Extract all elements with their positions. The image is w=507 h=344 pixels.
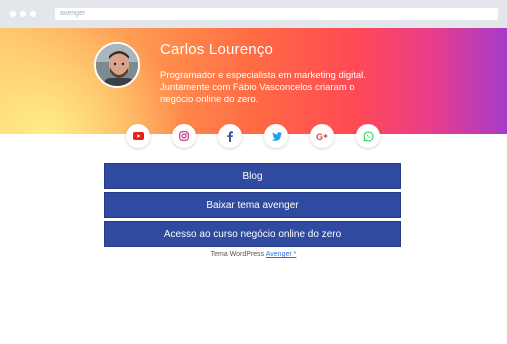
instagram-icon: [179, 131, 189, 141]
browser-window: avenger Carlos Lourenço Programador e es…: [0, 0, 507, 344]
svg-text:G: G: [316, 132, 323, 141]
instagram-link[interactable]: [172, 124, 196, 148]
twitter-link[interactable]: [264, 124, 288, 148]
whatsapp-icon: [362, 130, 374, 142]
avatar: [94, 42, 140, 88]
footer-credit: Tema WordPress Avenger *: [0, 251, 507, 258]
footer-theme-link[interactable]: Avenger *: [266, 251, 297, 258]
window-close-dot[interactable]: [10, 11, 16, 17]
facebook-link[interactable]: [218, 124, 242, 148]
profile-name: Carlos Lourenço: [160, 41, 274, 58]
browser-titlebar: avenger: [0, 0, 507, 28]
profile-header: Carlos Lourenço Programador e especialis…: [0, 28, 507, 134]
link-button-download-theme[interactable]: Baixar tema avenger: [104, 192, 401, 218]
footer-prefix: Tema WordPress: [210, 251, 265, 258]
youtube-icon: [132, 132, 144, 140]
link-button-blog[interactable]: Blog: [104, 163, 401, 189]
avatar-photo: [96, 44, 138, 86]
social-links: G: [0, 124, 507, 148]
google-plus-icon: G: [316, 132, 327, 141]
window-maximize-dot[interactable]: [30, 11, 36, 17]
whatsapp-link[interactable]: [356, 124, 380, 148]
address-bar[interactable]: avenger: [55, 8, 498, 20]
youtube-link[interactable]: [126, 124, 150, 148]
google-plus-link[interactable]: G: [310, 124, 334, 148]
profile-bio: Programador e especialista em marketing …: [160, 70, 366, 105]
twitter-icon: [271, 131, 282, 141]
facebook-icon: [227, 130, 233, 142]
link-button-course[interactable]: Acesso ao curso negócio online do zero: [104, 221, 401, 247]
window-minimize-dot[interactable]: [20, 11, 26, 17]
